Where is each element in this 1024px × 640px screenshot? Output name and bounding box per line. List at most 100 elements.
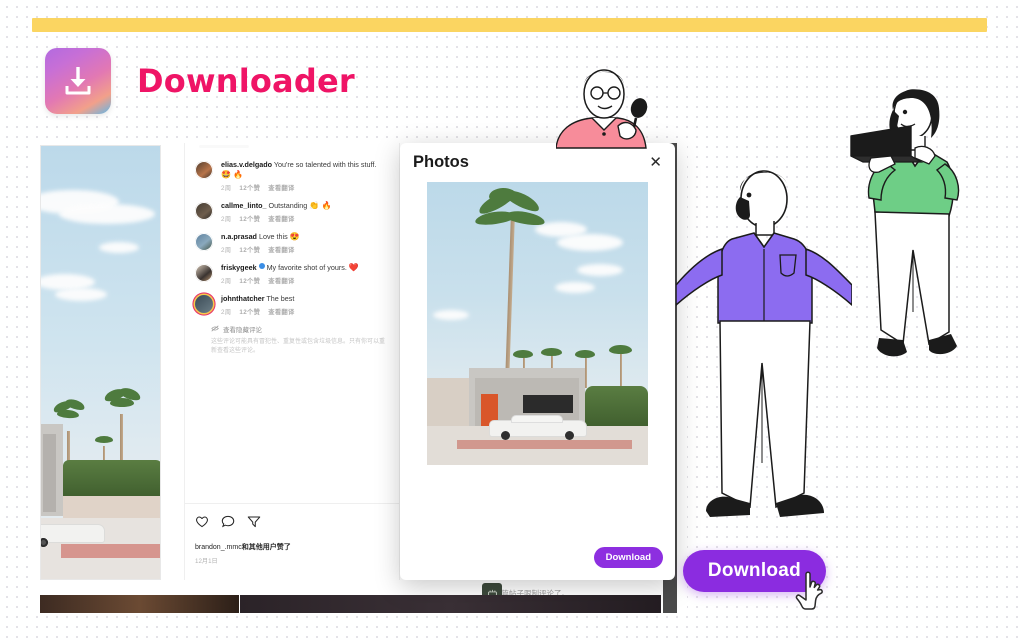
comment-likes[interactable]: 12个赞 [239, 307, 260, 316]
comment-likes[interactable]: 12个赞 [239, 276, 260, 285]
comment-emoji: ❤️ [348, 263, 359, 272]
comment-username[interactable]: elias.v.delgado [221, 160, 272, 169]
comment-text: Love this [258, 232, 288, 241]
likes-username[interactable]: brandon_.mmc [195, 544, 242, 551]
comment-likes[interactable]: 12个赞 [239, 214, 260, 223]
palm-frond [513, 350, 533, 358]
palm-frond [95, 436, 113, 443]
comment-item[interactable]: johnthatcher The best 2周 12个赞 查看翻译 [185, 287, 399, 318]
post-actions: brandon_.mmc和其他用户赞了 12月1日 [185, 515, 399, 565]
hedge [585, 386, 648, 426]
avatar[interactable] [195, 202, 213, 220]
photos-modal-body [400, 178, 675, 465]
brand-header: Downloader [45, 48, 355, 114]
standing-man-purple-shirt-illustration [675, 163, 853, 558]
modal-download-button[interactable]: Download [593, 547, 663, 568]
palm-frond [609, 345, 632, 354]
hidden-notice-title[interactable]: 查看隐藏评论 [223, 324, 262, 334]
car-roof [511, 415, 563, 423]
page-root: Downloader elias.v.delgado You're so tal… [0, 0, 1024, 640]
comment-emoji: 😍 [289, 232, 300, 241]
comment-time: 2周 [221, 278, 232, 285]
palm-frond [575, 350, 595, 358]
comment-item[interactable]: friskygeek My favorite shot of yours. ❤️… [185, 256, 399, 287]
comment-item[interactable]: n.a.prasad Love this 😍 2周 12个赞 查看翻译 [185, 225, 399, 256]
palm-frond [110, 398, 134, 407]
hedge [63, 460, 160, 496]
share-icon[interactable] [247, 515, 261, 533]
comment-username[interactable]: callme_linto_ [221, 201, 267, 210]
comment-emoji: 👏 🔥 [309, 201, 332, 210]
comment-username[interactable]: n.a.prasad [221, 232, 257, 241]
comment-translate[interactable]: 查看翻译 [268, 307, 294, 316]
woman-holding-laptop-illustration [845, 82, 997, 379]
bottom-filmstrip [40, 595, 663, 613]
avatar[interactable] [195, 233, 213, 251]
comment-translate[interactable]: 查看翻译 [268, 276, 294, 285]
comment-likes[interactable]: 12个赞 [239, 245, 260, 254]
comment-translate[interactable]: 查看翻译 [268, 214, 294, 223]
hidden-notice-desc: 这些评论可能具有冒犯性、重复性或包含垃圾信息。只有你可以重新查看这些评论。 [211, 339, 386, 354]
comment-emoji: 🤩 🔥 [221, 170, 244, 179]
close-icon[interactable]: ✕ [649, 155, 662, 170]
comment-text: Outstanding [268, 201, 308, 210]
filmstrip-cell[interactable] [239, 595, 662, 613]
comment-item[interactable]: callme_linto_ Outstanding 👏 🔥 2周 12个赞 查看… [185, 194, 399, 225]
photos-modal[interactable]: Photos ✕ Download [400, 143, 675, 580]
cloud [99, 242, 139, 253]
comment-time: 2周 [221, 185, 232, 192]
comment-time: 2周 [221, 309, 232, 316]
comment-translate[interactable]: 查看翻译 [268, 183, 294, 192]
top-accent-bar [32, 18, 987, 32]
palm-trunk [585, 358, 587, 388]
palm-frond [541, 348, 562, 356]
window [523, 395, 573, 413]
cloud [433, 310, 469, 320]
comment-text: The best [266, 294, 295, 303]
comment-bubble-icon[interactable] [221, 515, 235, 533]
photo-car [41, 524, 105, 543]
side-wall [427, 378, 469, 428]
comment-item[interactable]: elias.v.delgado You're so talented with … [185, 153, 399, 194]
likes-suffix: 和其他用户赞了 [241, 544, 291, 551]
hand-cursor-icon [795, 570, 829, 617]
cloud [577, 264, 623, 276]
comment-translate[interactable]: 查看翻译 [268, 245, 294, 254]
comment-text: You're so talented with this stuff. [273, 160, 377, 169]
left-photo-preview[interactable] [40, 145, 161, 580]
avatar[interactable] [195, 161, 213, 179]
filmstrip-cell[interactable] [40, 595, 240, 613]
comment-partial-top [185, 145, 399, 153]
photo-red-curb [61, 544, 160, 558]
filmstrip-cell[interactable] [662, 595, 663, 613]
avatar[interactable] [195, 264, 213, 282]
person-with-microphone-illustration [555, 60, 662, 155]
likes-summary[interactable]: brandon_.mmc和其他用户赞了 [195, 542, 389, 552]
comment-text: My favorite shot of yours. [266, 263, 347, 272]
comment-likes[interactable]: 12个赞 [239, 183, 260, 192]
cloud [557, 234, 623, 251]
photo-wall-low [63, 496, 160, 518]
downloader-logo [45, 48, 111, 114]
divider [185, 503, 399, 504]
comment-time: 2周 [221, 216, 232, 223]
cloud [59, 204, 155, 224]
photos-modal-title: Photos [413, 153, 469, 171]
avatar[interactable] [195, 295, 213, 313]
comment-username[interactable]: friskygeek [221, 263, 257, 272]
eye-slash-icon [211, 325, 219, 334]
building-recess [43, 434, 56, 512]
post-date: 12月1日 [195, 558, 218, 565]
heart-icon[interactable] [195, 515, 209, 533]
cloud [55, 288, 107, 301]
hidden-comments-notice[interactable]: 查看隐藏评论 这些评论可能具有冒犯性、重复性或包含垃圾信息。只有你可以重新查看这… [185, 318, 399, 356]
photo-thumbnail[interactable] [427, 182, 648, 465]
verified-badge-icon [258, 263, 265, 269]
car-wheel [501, 431, 510, 440]
comment-time: 2周 [221, 247, 232, 254]
comment-username[interactable]: johnthatcher [221, 294, 265, 303]
comments-panel[interactable]: elias.v.delgado You're so talented with … [184, 143, 400, 580]
page-title: Downloader [137, 62, 355, 100]
car-wheel [565, 431, 574, 440]
red-curb [457, 440, 632, 449]
